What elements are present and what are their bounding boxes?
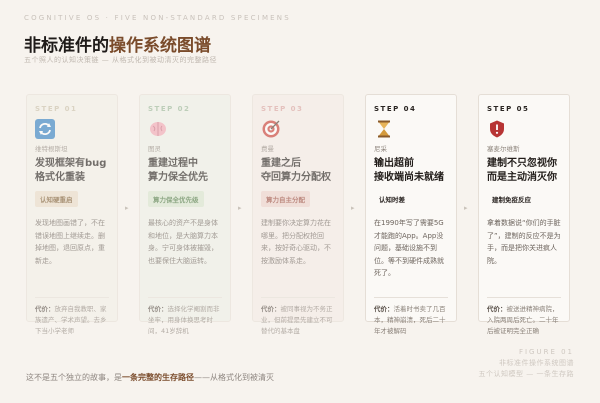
brain-icon bbox=[150, 122, 166, 136]
step-label: STEP 02 bbox=[148, 105, 191, 113]
step-label: STEP 01 bbox=[35, 105, 78, 113]
footer-pre: 这不是五个独立的故事，是 bbox=[26, 373, 122, 382]
card-title: 输出超前接收端尚未就绪 bbox=[374, 157, 448, 185]
card-title-line1: 建制不只忽视你 bbox=[487, 158, 557, 169]
page-title: 非标准件的操作系统图谱 bbox=[24, 31, 211, 56]
footer-post: ——从格式化到被清灭 bbox=[194, 373, 274, 382]
card-body: 建制要你决定算力花在哪里。把分配权抢回来，按好奇心驱动，不按激励体系走。 bbox=[261, 219, 331, 265]
footer-highlight: 一条完整的生存路径 bbox=[122, 373, 194, 382]
card-tagline: 尼采 bbox=[374, 145, 387, 153]
card-tagline: 塞麦尔维斯 bbox=[487, 145, 520, 153]
card-title: 重建之后夺回算力分配权 bbox=[261, 157, 335, 185]
arrow-icon: ▸ bbox=[351, 204, 355, 212]
card-title-line2: 格式化重装 bbox=[35, 172, 85, 183]
figure-caption: FIGURE 01 非标准件操作系统图谱 五个认知模型 — 一条生存路 bbox=[479, 347, 574, 380]
shield-icon bbox=[490, 120, 504, 138]
arrow-icon: ▸ bbox=[125, 204, 129, 212]
target-icon bbox=[262, 120, 280, 138]
card-badge: 认知时差 bbox=[379, 196, 405, 204]
card-cost: 代价：放弃自我教职、家族遗产、学术声望。去乡下当小学老师 bbox=[35, 297, 109, 337]
card-badge: 建制免疫反应 bbox=[492, 196, 531, 204]
card-title-line1: 输出超前 bbox=[374, 158, 414, 169]
figure-line1: 非标准件操作系统图谱 bbox=[499, 359, 574, 367]
card-badge: 算力保全优先级 bbox=[148, 191, 204, 207]
card-cost: 代价：选择化学阉割而非坐牢，用身体换思考时间，41岁辞机 bbox=[148, 297, 222, 337]
step-label: STEP 04 bbox=[374, 105, 417, 113]
step-card-3[interactable]: STEP 03 费曼 重建之后夺回算力分配权 算力自主分配 建制要你决定算力花在… bbox=[252, 94, 344, 335]
card-title: 建制不只忽视你 而是主动消灭你 bbox=[487, 157, 561, 185]
card-title-line2: 夺回算力分配权 bbox=[261, 172, 331, 183]
card-title-line2: 接收端尚未就绪 bbox=[374, 172, 444, 183]
card-title-line2: 算力保全优先 bbox=[148, 172, 208, 183]
eyebrow-text: COGNITIVE OS · FIVE NON-STANDARD SPECIME… bbox=[24, 14, 291, 22]
step-label: STEP 05 bbox=[487, 105, 530, 113]
card-body: 发现地图画错了，不在错误地图上继续走。删掉地图，退回原点，重新走。 bbox=[35, 219, 105, 265]
card-body: 最核心的资产不是身体和地位，是大脑算力本身。宁可身体被摧毁，也要保住大脑运转。 bbox=[148, 219, 218, 265]
step-card-2[interactable]: STEP 02 图灵 重建过程中算力保全优先 算力保全优先级 最核心的资产不是身… bbox=[139, 94, 231, 335]
refresh-icon bbox=[35, 119, 55, 139]
card-badge: 认知硬重启 bbox=[35, 191, 78, 207]
hourglass-icon bbox=[378, 120, 390, 138]
footer-summary: 这不是五个独立的故事，是一条完整的生存路径——从格式化到被清灭 bbox=[26, 372, 274, 383]
figure-number: FIGURE 01 bbox=[518, 348, 574, 356]
card-cost: 代价：被同事视为不务正业，但前提是先建立不可替代的基本盘 bbox=[261, 297, 335, 337]
cost-label: 代价： bbox=[148, 305, 168, 313]
arrow-icon: ▸ bbox=[238, 204, 242, 212]
cost-label: 代价： bbox=[374, 305, 394, 313]
card-tagline: 维特根斯坦 bbox=[35, 145, 68, 153]
step-label: STEP 03 bbox=[261, 105, 304, 113]
page-subtitle: 五个照人的认知决策链 — 从格式化到被动清灭的完整路径 bbox=[24, 56, 217, 64]
arrow-icon: ▸ bbox=[464, 204, 468, 212]
steps-row: STEP 01 维特根斯坦 发现框架有bug 格式化重装 认知硬重启 发现地图画错… bbox=[26, 94, 578, 335]
step-card-1[interactable]: STEP 01 维特根斯坦 发现框架有bug 格式化重装 认知硬重启 发现地图画错… bbox=[26, 94, 118, 335]
card-body: 在1990年写了需要5G才能跑的App。App没问题，基础设施不到位。等不到硬件… bbox=[374, 219, 444, 277]
card-title-line1: 重建之后 bbox=[261, 158, 301, 169]
card-body: 拿着数据说“你们的手脏了”，建制的反应不是为手，而是把你关进疯人院。 bbox=[487, 219, 561, 265]
card-tagline: 费曼 bbox=[261, 145, 274, 153]
card-cost: 代价：活着时书卖了几百本，精神崩溃，死后二十年才被解码 bbox=[374, 297, 448, 337]
cost-label: 代价： bbox=[487, 305, 507, 313]
step-card-4[interactable]: STEP 04 尼采 输出超前接收端尚未就绪 认知时差 在1990年写了需要5G… bbox=[365, 94, 457, 335]
title-prefix: 非标准件的 bbox=[24, 36, 109, 56]
card-title-line2: 而是主动消灭你 bbox=[487, 172, 557, 183]
card-title: 重建过程中算力保全优先 bbox=[148, 157, 222, 185]
title-accent: 操作系统图谱 bbox=[109, 36, 211, 56]
card-badge: 算力自主分配 bbox=[261, 191, 310, 207]
figure-line2: 五个认知模型 — 一条生存路 bbox=[478, 370, 574, 378]
card-title-line1: 重建过程中 bbox=[148, 158, 198, 169]
card-tagline: 图灵 bbox=[148, 145, 161, 153]
card-title-line1: 发现框架有bug bbox=[35, 158, 107, 169]
card-cost: 代价：被送进精神病院，入院两周后死亡。二十年后被证明完全正确 bbox=[487, 297, 561, 337]
step-card-5[interactable]: STEP 05 塞麦尔维斯 建制不只忽视你 而是主动消灭你 建制免疫反应 拿着数据… bbox=[478, 94, 570, 335]
cost-label: 代价： bbox=[35, 305, 55, 313]
card-title: 发现框架有bug 格式化重装 bbox=[35, 157, 109, 185]
cost-label: 代价： bbox=[261, 305, 281, 313]
